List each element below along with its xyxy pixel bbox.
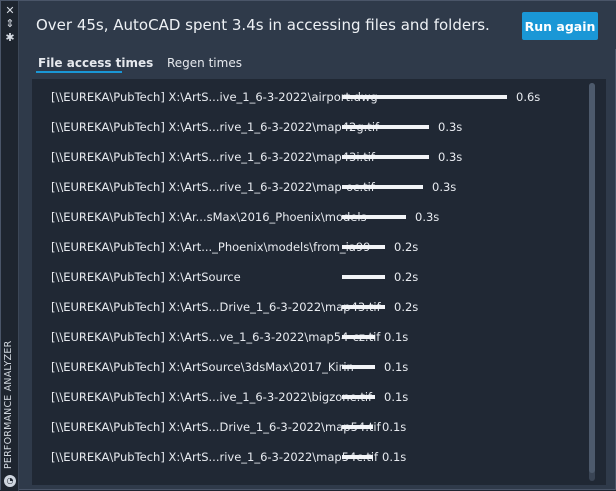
time-bar bbox=[342, 455, 373, 459]
list-item[interactable]: [\\EUREKA\PubTech] X:\ArtS...ve_1_6-3-20… bbox=[32, 322, 592, 352]
close-icon[interactable]: ✕ bbox=[4, 5, 16, 17]
time-bar bbox=[342, 305, 385, 309]
time-value: 0.1s bbox=[384, 330, 409, 344]
time-value: 0.3s bbox=[438, 150, 463, 164]
list-item[interactable]: [\\EUREKA\PubTech] X:\ArtS...ive_1_6-3-2… bbox=[32, 82, 592, 112]
tab-file-access-times[interactable]: File access times bbox=[38, 56, 153, 70]
file-path: [\\EUREKA\PubTech] X:\ArtSource bbox=[51, 270, 241, 284]
list-item[interactable]: [\\EUREKA\PubTech] X:\ArtS...rive_1_6-3-… bbox=[32, 172, 592, 202]
time-value: 0.1s bbox=[382, 450, 407, 464]
tab-bar: File access times Regen times bbox=[20, 49, 616, 77]
time-value: 0.2s bbox=[394, 270, 419, 284]
file-path: [\\EUREKA\PubTech] X:\Art..._Phoenix\mod… bbox=[51, 240, 371, 254]
list-item[interactable]: [\\EUREKA\PubTech] X:\ArtS...Drive_1_6-3… bbox=[32, 292, 592, 322]
time-value: 0.1s bbox=[384, 360, 409, 374]
time-value: 0.3s bbox=[415, 210, 440, 224]
time-bar bbox=[342, 275, 385, 279]
time-value: 0.1s bbox=[382, 420, 407, 434]
list-item[interactable]: [\\EUREKA\PubTech] X:\Ar...sMax\2016_Pho… bbox=[32, 202, 592, 232]
time-bar bbox=[342, 395, 375, 399]
file-path: [\\EUREKA\PubTech] X:\ArtS...ive_1_6-3-2… bbox=[51, 390, 373, 404]
list-item[interactable]: [\\EUREKA\PubTech] X:\ArtS...rive_1_6-3-… bbox=[32, 442, 592, 472]
list-item[interactable]: [\\EUREKA\PubTech] X:\ArtS...Drive_1_6-3… bbox=[32, 412, 592, 442]
time-bar bbox=[342, 245, 385, 249]
list-item[interactable]: [\\EUREKA\PubTech] X:\ArtS...rive_1_6-3-… bbox=[32, 112, 592, 142]
list-item[interactable]: [\\EUREKA\PubTech] X:\ArtSource\3dsMax\2… bbox=[32, 352, 592, 382]
pin-icon[interactable]: ⇕ bbox=[4, 18, 16, 30]
palette-strip: ✕ ⇕ ✱ PERFORMANCE ANALYZER ◔ bbox=[1, 1, 19, 491]
settings-icon[interactable]: ✱ bbox=[4, 32, 16, 44]
scroll-thumb[interactable] bbox=[589, 83, 595, 473]
file-path: [\\EUREKA\PubTech] X:\ArtS...rive_1_6-3-… bbox=[51, 120, 380, 134]
file-path: [\\EUREKA\PubTech] X:\ArtS...Drive_1_6-3… bbox=[51, 300, 381, 314]
time-value: 0.6s bbox=[516, 90, 541, 104]
time-value: 0.3s bbox=[438, 120, 463, 134]
time-value: 0.2s bbox=[394, 300, 419, 314]
time-value: 0.2s bbox=[394, 240, 419, 254]
file-access-list[interactable]: [\\EUREKA\PubTech] X:\ArtS...ive_1_6-3-2… bbox=[32, 79, 606, 485]
file-path: [\\EUREKA\PubTech] X:\ArtS...Drive_1_6-3… bbox=[51, 420, 381, 434]
time-value: 0.1s bbox=[384, 390, 409, 404]
time-bar bbox=[342, 425, 373, 429]
time-bar bbox=[342, 335, 375, 339]
scrollbar[interactable] bbox=[589, 83, 595, 481]
tab-regen-times[interactable]: Regen times bbox=[167, 56, 242, 70]
file-path: [\\EUREKA\PubTech] X:\Ar...sMax\2016_Pho… bbox=[51, 210, 367, 224]
time-bar bbox=[342, 365, 375, 369]
header: Over 45s, AutoCAD spent 3.4s in accessin… bbox=[20, 1, 616, 49]
file-path: [\\EUREKA\PubTech] X:\ArtS...rive_1_6-3-… bbox=[51, 150, 375, 164]
performance-analyzer-window: ✕ ⇕ ✱ PERFORMANCE ANALYZER ◔ Over 45s, A… bbox=[0, 0, 616, 491]
analyzer-icon: ◔ bbox=[4, 475, 16, 487]
time-bar bbox=[342, 125, 429, 129]
list-item[interactable]: [\\EUREKA\PubTech] X:\Art..._Phoenix\mod… bbox=[32, 232, 592, 262]
time-bar bbox=[342, 95, 507, 99]
list-item[interactable]: [\\EUREKA\PubTech] X:\ArtSource 0.2s bbox=[32, 262, 592, 292]
time-bar bbox=[342, 185, 423, 189]
file-path: [\\EUREKA\PubTech] X:\ArtS...ive_1_6-3-2… bbox=[51, 90, 378, 104]
list-item[interactable]: [\\EUREKA\PubTech] X:\ArtS...rive_1_6-3-… bbox=[32, 142, 592, 172]
palette-title: PERFORMANCE ANALYZER bbox=[3, 340, 14, 469]
time-bar bbox=[342, 215, 406, 219]
run-again-button[interactable]: Run again bbox=[522, 12, 598, 40]
file-path: [\\EUREKA\PubTech] X:\ArtS...rive_1_6-3-… bbox=[51, 450, 379, 464]
time-bar bbox=[342, 155, 429, 159]
active-tab-indicator bbox=[36, 71, 122, 73]
summary-text: Over 45s, AutoCAD spent 3.4s in accessin… bbox=[36, 16, 490, 34]
time-value: 0.3s bbox=[432, 180, 457, 194]
list-item[interactable]: [\\EUREKA\PubTech] X:\ArtS...ive_1_6-3-2… bbox=[32, 382, 592, 412]
file-path: [\\EUREKA\PubTech] X:\ArtSource\3dsMax\2… bbox=[51, 360, 354, 374]
file-path: [\\EUREKA\PubTech] X:\ArtS...ve_1_6-3-20… bbox=[51, 330, 381, 344]
file-path: [\\EUREKA\PubTech] X:\ArtS...rive_1_6-3-… bbox=[51, 180, 375, 194]
